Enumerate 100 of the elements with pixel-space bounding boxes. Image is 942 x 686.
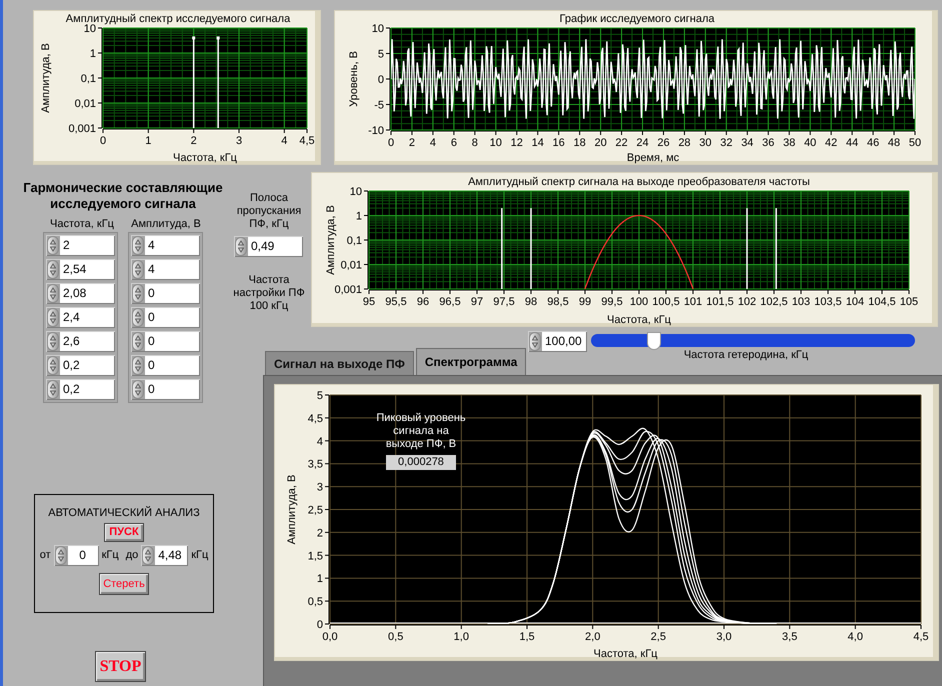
tick-label: 4 — [316, 436, 323, 448]
tick-label: 0,1 — [80, 73, 96, 85]
tick-label: 97,5 — [493, 296, 515, 308]
axis-label: Уровень, В — [348, 51, 360, 107]
tick-label: 30 — [699, 137, 712, 149]
tick-label: 99,5 — [601, 296, 623, 308]
tick-label: 46 — [866, 137, 880, 149]
tick-label: 102,5 — [760, 296, 788, 308]
tick-label: 22 — [615, 137, 628, 149]
tick-label: 6 — [450, 137, 457, 149]
tick-label: 3,0 — [716, 631, 732, 643]
tick-label: 102 — [738, 296, 756, 308]
tick-label: 4,0 — [848, 631, 863, 643]
tick-label: 0,01 — [340, 260, 362, 272]
tick-label: 1 — [145, 135, 152, 147]
tick-label: 0,5 — [388, 631, 404, 643]
section-title: Гармонические составляющие исследуемого сигнала — [22, 180, 224, 212]
tick-label: 96,5 — [439, 296, 461, 308]
peak-level-label: Пиковый уровень сигнала на выходе ПФ, В — [375, 412, 467, 451]
slider-label: Частота гетеродина, кГц — [682, 348, 810, 363]
chart-title: Амплитудный спектр исследуемого сигнала — [66, 13, 290, 25]
tick-label: 0,001 — [334, 284, 362, 296]
tick-label: 50 — [908, 137, 922, 149]
tick-label: 104,5 — [868, 296, 896, 308]
tick-label: 0 — [388, 137, 394, 149]
tick-label: 10 — [372, 23, 384, 35]
tick-label: 2,5 — [650, 631, 666, 643]
unit-label: кГц — [102, 548, 119, 564]
tick-label: 2 — [316, 527, 323, 540]
axis-label: Амплитуда, В — [325, 205, 337, 275]
tick-label: 3 — [236, 135, 242, 147]
column-label: Амплитуда, В — [130, 217, 202, 232]
tick-label: 20 — [594, 137, 607, 149]
tick-label: 104 — [846, 296, 864, 308]
tick-label: 0,0 — [322, 631, 338, 643]
tick-label: 4,5 — [308, 412, 323, 425]
tick-label: 10 — [350, 186, 362, 198]
unit-label: кГц — [191, 548, 208, 564]
tick-label: 95 — [362, 296, 376, 308]
tick-label: 97 — [470, 296, 484, 308]
tick-label: 0,01 — [74, 98, 96, 110]
tick-label: 100 — [630, 296, 648, 308]
tick-label: 38 — [783, 137, 796, 149]
axis-label: Амплитуда, В — [286, 474, 298, 544]
tick-label: 1 — [90, 48, 96, 60]
tick-label: 98,5 — [547, 296, 569, 308]
axis-label: Время, мс — [626, 152, 680, 164]
tick-label: 8 — [472, 137, 478, 149]
tick-label: 1,5 — [519, 631, 535, 643]
tick-label: 3 — [316, 482, 323, 494]
tick-label: 42 — [825, 137, 838, 149]
axis-label: Частота, кГц — [594, 648, 658, 660]
tick-label: 14 — [532, 137, 544, 149]
tick-label: 99 — [578, 296, 592, 308]
tick-label: 101,5 — [706, 296, 734, 308]
tick-label: 12 — [510, 137, 523, 149]
group-title: АВТОМАТИЧЕСКИЙ АНАЛИЗ — [48, 507, 200, 520]
tick-label: 100,5 — [652, 296, 680, 308]
tick-label: 2 — [408, 137, 416, 149]
tick-label: 3,5 — [308, 458, 323, 471]
filter-tuning-label: Частота настройки ПФ 100 кГц — [232, 274, 306, 313]
tick-label: 1,5 — [308, 550, 323, 562]
tick-label: 105 — [900, 296, 918, 308]
peak-level-indicator: 0,000278 — [386, 455, 456, 470]
tick-label: 44 — [846, 137, 858, 149]
tick-label: 4 — [281, 135, 288, 147]
range-label: от — [40, 548, 51, 564]
tick-label: 1 — [356, 210, 362, 222]
tick-label: 103 — [792, 296, 810, 308]
chart-title: График исследуемого сигнала — [560, 13, 714, 25]
tick-label: 34 — [741, 137, 754, 149]
tick-label: 103,5 — [814, 296, 842, 308]
tick-label: 40 — [804, 137, 816, 149]
tick-label: 95,5 — [385, 296, 407, 308]
tick-label: 4,5 — [299, 135, 315, 147]
tick-label: -10 — [368, 125, 384, 137]
tick-label: 16 — [552, 137, 565, 149]
tick-label: 2 — [190, 135, 197, 147]
tick-label: 2,0 — [585, 631, 600, 643]
axis-label: Частота, кГц — [607, 314, 671, 326]
tick-label: 0 — [378, 74, 384, 86]
tick-label: 1 — [316, 573, 323, 586]
tick-label: 0,5 — [308, 596, 323, 608]
chart-title: Амплитудный спектр сигнала на выходе преобразователя частоты — [468, 176, 810, 188]
tick-label: 0 — [100, 135, 106, 147]
tick-label: 0 — [316, 619, 323, 631]
tick-label: 28 — [678, 137, 691, 149]
tick-label: 4 — [430, 137, 436, 149]
tick-label: 98 — [524, 296, 538, 308]
tick-label: 18 — [574, 137, 586, 149]
tick-label: 26 — [657, 137, 670, 149]
tick-label: 101 — [684, 296, 702, 308]
range-label: до — [126, 548, 138, 564]
tick-label: 36 — [762, 137, 774, 149]
tick-label: 4,5 — [913, 631, 929, 643]
tick-label: 32 — [720, 137, 732, 149]
tick-label: 10 — [490, 137, 502, 149]
tick-label: 1,0 — [454, 631, 469, 643]
tick-label: 96 — [416, 296, 430, 308]
tick-label: -5 — [374, 100, 384, 112]
